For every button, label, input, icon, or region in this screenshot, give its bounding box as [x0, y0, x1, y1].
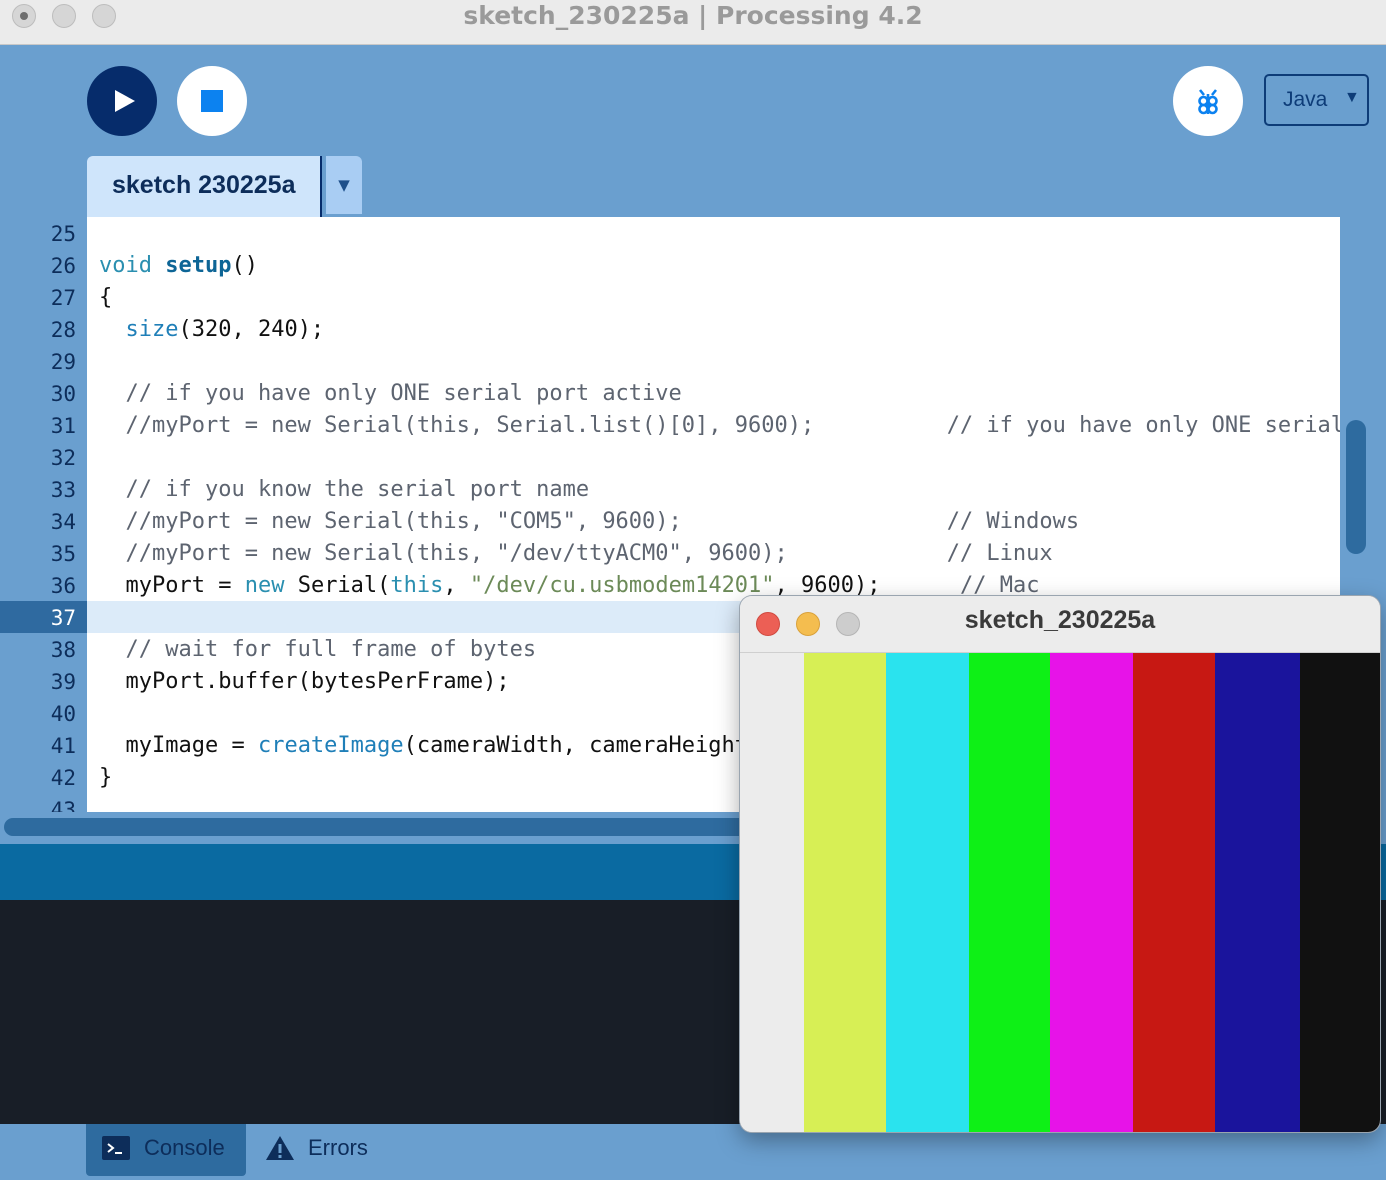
code-token: new — [244, 573, 285, 598]
code-token: myImage = — [99, 733, 258, 758]
code-token: (320, 240); — [178, 317, 325, 342]
stop-icon — [201, 90, 223, 112]
line-number: 29 — [50, 350, 76, 374]
triangle-down-icon: ▼ — [338, 176, 350, 194]
sketch-canvas[interactable] — [740, 653, 1380, 1132]
code-token: //myPort = new Serial(this, Serial.list(… — [99, 413, 1386, 438]
line-number: 26 — [50, 254, 76, 278]
code-line: } — [99, 762, 112, 794]
line-number: 36 — [50, 574, 76, 598]
tab-label: sketch 230225a — [112, 171, 296, 199]
sketch-output-window[interactable]: sketch_230225a — [740, 596, 1380, 1132]
terminal-icon — [102, 1136, 130, 1160]
code-line: { — [99, 282, 112, 314]
line-number: 30 — [50, 382, 76, 406]
code-line: // wait for full frame of bytes — [99, 634, 536, 666]
code-token: // if you know the serial port name — [99, 477, 590, 502]
mode-selector-label: Java — [1283, 88, 1328, 111]
line-number: 37 — [50, 606, 76, 630]
color-bar — [1133, 653, 1215, 1132]
code-token: Serial( — [284, 573, 391, 598]
code-token: , 9600); — [774, 573, 960, 598]
line-number-gutter: 25 26 27 28 29 30 31 32 33 34 35 36 37 38 39 40 41 42 43 — [0, 217, 87, 812]
color-bar — [740, 653, 804, 1132]
code-token: "/dev/cu.usbmodem14201" — [469, 573, 775, 598]
tab-menu-button[interactable]: ▼ — [326, 156, 362, 214]
color-bar — [1300, 653, 1380, 1132]
line-number: 39 — [50, 670, 76, 694]
line-number: 25 — [50, 222, 76, 246]
code-token: myPort = — [99, 573, 245, 598]
warning-icon — [266, 1136, 294, 1160]
color-bar — [1215, 653, 1300, 1132]
line-number: 43 — [50, 798, 76, 812]
butterfly-icon — [1198, 89, 1218, 115]
line-number: 35 — [50, 542, 76, 566]
line-number: 31 — [50, 414, 76, 438]
vertical-scrollbar-thumb[interactable] — [1346, 420, 1366, 554]
code-token: size — [125, 317, 179, 342]
chevron-down-icon: ▼ — [1344, 89, 1360, 106]
line-number: 41 — [50, 734, 76, 758]
line-number: 40 — [50, 702, 76, 726]
tab-errors-label: Errors — [308, 1135, 368, 1160]
code-token: //myPort = new Serial(this, "/dev/ttyACM… — [99, 541, 1053, 566]
code-token: createImage — [257, 733, 404, 758]
code-line: //myPort = new Serial(this, "/dev/ttyACM… — [99, 538, 1053, 570]
color-bar — [1050, 653, 1133, 1132]
line-number: 34 — [50, 510, 76, 534]
play-icon — [115, 90, 135, 112]
code-line: //myPort = new Serial(this, Serial.list(… — [99, 410, 1386, 442]
code-token: // if you have only ONE serial port acti… — [99, 381, 682, 406]
code-line: // if you have only ONE serial port acti… — [99, 378, 682, 410]
code-token: // Mac — [959, 573, 1040, 598]
tab-sketch[interactable]: sketch 230225a — [87, 156, 320, 217]
code-token: // wait for full frame of bytes — [99, 637, 537, 662]
code-token: setup — [165, 253, 232, 278]
line-number: 33 — [50, 478, 76, 502]
bottom-tab-bar: Console Errors — [0, 1124, 1386, 1180]
code-line: //myPort = new Serial(this, "COM5", 9600… — [99, 506, 1079, 538]
window-title: sketch_230225a | Processing 4.2 — [463, 1, 923, 30]
code-token: this — [390, 573, 444, 598]
line-number: 38 — [50, 638, 76, 662]
tab-divider — [320, 156, 322, 217]
window-titlebar: sketch_230225a | Processing 4.2 — [0, 0, 1386, 45]
tab-console[interactable]: Console — [86, 1124, 246, 1176]
code-line: size(320, 240); — [99, 314, 325, 346]
sketch-window-titlebar: sketch_230225a — [740, 596, 1380, 653]
line-number: 32 — [50, 446, 76, 470]
code-token: myPort.buffer(bytesPerFrame); — [99, 669, 510, 694]
debug-button[interactable] — [1173, 66, 1243, 136]
code-token: () — [231, 253, 258, 278]
code-line: void setup() — [99, 250, 258, 282]
line-number: 27 — [50, 286, 76, 310]
toolbar: Java ▼ — [0, 45, 1386, 157]
sketch-window-title: sketch_230225a — [964, 606, 1156, 634]
line-number: 42 — [50, 766, 76, 790]
run-button[interactable] — [87, 66, 157, 136]
code-token: { — [99, 285, 113, 310]
tab-errors[interactable]: Errors — [264, 1124, 384, 1176]
code-token: } — [99, 765, 113, 790]
code-line: // if you know the serial port name — [99, 474, 589, 506]
code-line: myImage = createImage(cameraWidth, camer… — [99, 730, 840, 762]
color-bar — [804, 653, 886, 1132]
line-number: 28 — [50, 318, 76, 342]
color-bar — [969, 653, 1050, 1132]
code-line: myPort.buffer(bytesPerFrame); — [99, 666, 510, 698]
stop-button[interactable] — [177, 66, 247, 136]
code-token: //myPort = new Serial(this, "COM5", 9600… — [99, 509, 1080, 534]
mode-selector[interactable]: Java ▼ — [1264, 74, 1369, 126]
code-token: void — [99, 253, 166, 278]
tab-console-label: Console — [144, 1135, 225, 1160]
code-token: , — [443, 573, 470, 598]
color-bar — [886, 653, 969, 1132]
